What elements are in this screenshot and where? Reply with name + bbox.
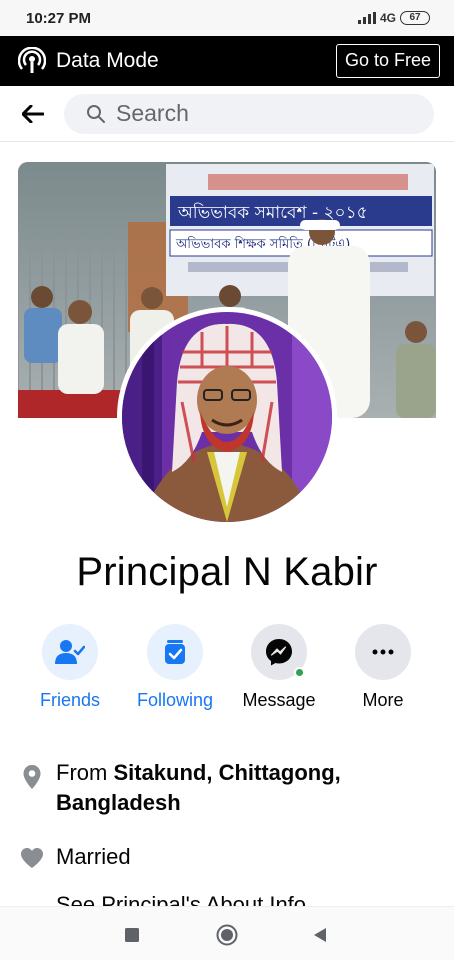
avatar: [122, 312, 332, 522]
messenger-icon: [266, 639, 292, 666]
home-button[interactable]: [213, 921, 241, 949]
go-to-free-button[interactable]: Go to Free: [335, 44, 440, 78]
status-bar: 10:27 PM 4G 67: [0, 0, 454, 36]
hometown-place-line2[interactable]: Bangladesh: [56, 790, 181, 815]
heart-icon: [18, 842, 46, 872]
relationship-text: Married: [56, 844, 131, 869]
friends-label: Friends: [39, 690, 101, 710]
banner-title: অভিভাবক সমাবেশ - ২০১৫: [177, 202, 368, 223]
profile-actions: Friends Following Message More: [0, 624, 454, 724]
more-label: More: [362, 690, 404, 710]
status-time: 10:27 PM: [26, 9, 92, 27]
search-placeholder: Search: [116, 100, 189, 126]
info-relationship: Married: [18, 842, 438, 872]
info-hometown: From Sitakund, Chittagong, Bangladesh: [18, 758, 438, 818]
more-button-circle: [355, 624, 411, 680]
back-triangle-icon: [314, 928, 326, 942]
friends-button[interactable]: Friends: [20, 624, 120, 711]
message-label: Message: [242, 690, 316, 710]
back-button[interactable]: [18, 99, 48, 129]
hometown-place-line1[interactable]: Sitakund, Chittagong,: [113, 760, 340, 785]
data-mode-title: Data Mode: [56, 49, 159, 72]
profile-picture-frame[interactable]: [117, 307, 337, 527]
see-about-info-link[interactable]: See Principal's About Info: [56, 888, 306, 906]
home-icon: [216, 924, 238, 946]
following-icon: [165, 640, 185, 664]
hometown-text: From Sitakund, Chittagong, Bangladesh: [56, 758, 341, 818]
following-button[interactable]: Following: [125, 624, 225, 711]
following-label: Following: [136, 690, 214, 710]
search-icon: [87, 104, 105, 123]
recents-button[interactable]: [118, 921, 146, 949]
avatar-image: [122, 312, 332, 522]
network-type: 4G: [379, 11, 396, 25]
more-icon: [372, 649, 394, 655]
message-button[interactable]: Message: [229, 624, 329, 711]
back-nav-button[interactable]: [306, 921, 334, 949]
friends-button-circle: [42, 624, 98, 680]
following-button-circle: [147, 624, 203, 680]
search-header: Search: [0, 86, 454, 142]
status-indicators: 4G 67: [357, 11, 430, 25]
more-button[interactable]: More: [333, 624, 433, 711]
message-button-circle: [251, 624, 307, 680]
profile-name: Principal N Kabir: [76, 550, 378, 594]
data-mode-bar: Data Mode Go to Free: [0, 36, 454, 86]
recents-icon: [125, 928, 139, 942]
location-pin-icon: [18, 758, 46, 818]
friends-icon: [55, 640, 85, 664]
online-status-dot: [294, 667, 305, 678]
data-mode-icon: [18, 47, 46, 73]
back-arrow-icon: [22, 104, 44, 123]
system-navigation-bar: [0, 906, 454, 960]
battery-level: 67: [409, 12, 421, 23]
search-input[interactable]: Search: [64, 93, 434, 134]
hometown-prefix: From: [56, 760, 114, 785]
signal-icon: [357, 12, 376, 24]
battery-icon: 67: [400, 11, 430, 25]
